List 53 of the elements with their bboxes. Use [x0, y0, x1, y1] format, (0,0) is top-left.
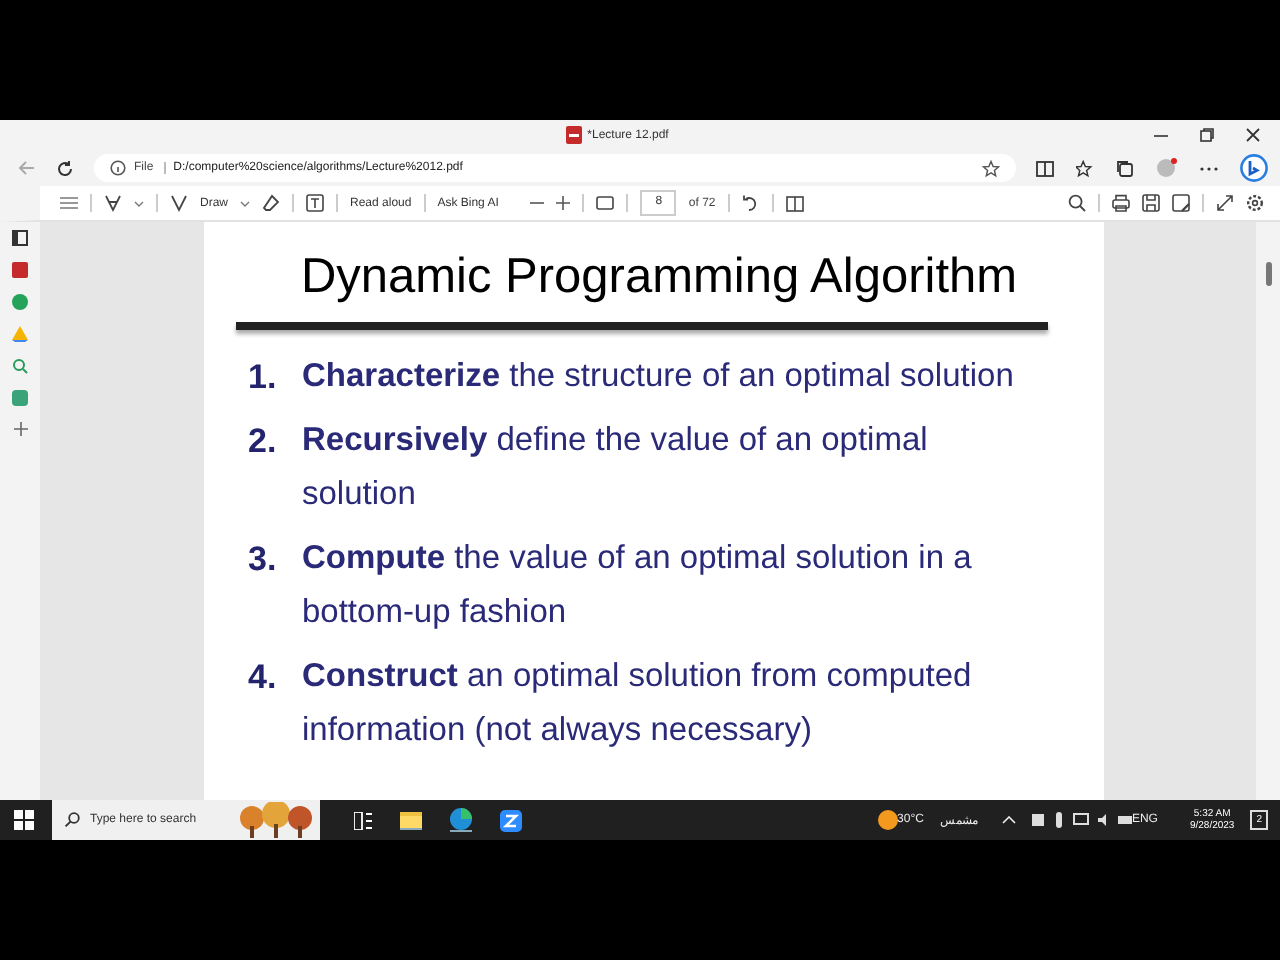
zoom-app-icon[interactable] [500, 809, 522, 831]
fit-page-icon[interactable] [596, 196, 615, 210]
caret-icon[interactable] [134, 199, 144, 207]
tabs-icon[interactable] [12, 230, 28, 246]
page-view-icon[interactable] [785, 195, 804, 211]
step-text: Characterize the structure of an optimal solution [302, 356, 1014, 398]
scrollbar[interactable] [1256, 222, 1280, 800]
eraser-icon[interactable] [262, 194, 281, 212]
slide-title: Dynamic Programming Algorithm [298, 250, 1020, 306]
minimize-icon[interactable] [1154, 133, 1168, 137]
sun-icon [877, 810, 898, 830]
search-icon[interactable] [1068, 194, 1086, 212]
restore-icon[interactable] [1200, 128, 1214, 142]
collections-icon[interactable] [1116, 159, 1134, 177]
split-screen-icon[interactable] [1036, 159, 1054, 177]
chat-icon[interactable] [12, 294, 28, 310]
add-icon[interactable] [13, 422, 27, 436]
print-icon[interactable] [1112, 194, 1130, 212]
trees-drawing [236, 802, 316, 838]
zoom-out-icon[interactable] [530, 196, 545, 210]
save-as-icon[interactable] [1172, 194, 1190, 212]
refresh-icon[interactable] [56, 159, 74, 177]
pen-icon[interactable] [170, 194, 188, 212]
zoom-in-icon[interactable] [556, 196, 571, 210]
profile-avatar[interactable] [1156, 158, 1178, 178]
step-number: 4. [248, 655, 279, 699]
settings-icon[interactable] [1246, 194, 1264, 212]
search-icon [64, 812, 80, 828]
step-text: Construct an optimal solution from computed information (not always necessary) [302, 655, 974, 752]
edge-icon[interactable] [450, 808, 472, 832]
task-view-icon[interactable] [354, 811, 372, 829]
favorites-icon[interactable] [1076, 159, 1094, 177]
info-icon [110, 160, 126, 176]
folder-icon[interactable] [400, 810, 422, 830]
start-icon[interactable] [14, 810, 34, 830]
step-number: 3. [248, 537, 279, 581]
more-icon[interactable] [1200, 165, 1218, 171]
caret-icon[interactable] [240, 199, 251, 207]
chevron-icon[interactable] [1001, 816, 1016, 824]
highlight-icon[interactable] [104, 194, 122, 212]
bing-logo[interactable] [1240, 154, 1268, 182]
contents-icon[interactable] [60, 196, 78, 210]
save-icon[interactable] [1142, 194, 1160, 212]
fullscreen-icon[interactable] [1216, 194, 1234, 212]
tray-icons-drawing[interactable] [1031, 812, 1132, 828]
rotate-icon[interactable] [741, 194, 760, 212]
drive-icon[interactable] [12, 326, 28, 342]
step-number: 2. [248, 419, 279, 463]
star-icon[interactable] [982, 159, 1000, 177]
close-icon[interactable] [1246, 128, 1260, 142]
text-icon[interactable] [306, 194, 325, 212]
step-number: 1. [248, 356, 279, 400]
pdf-icon [565, 126, 582, 144]
